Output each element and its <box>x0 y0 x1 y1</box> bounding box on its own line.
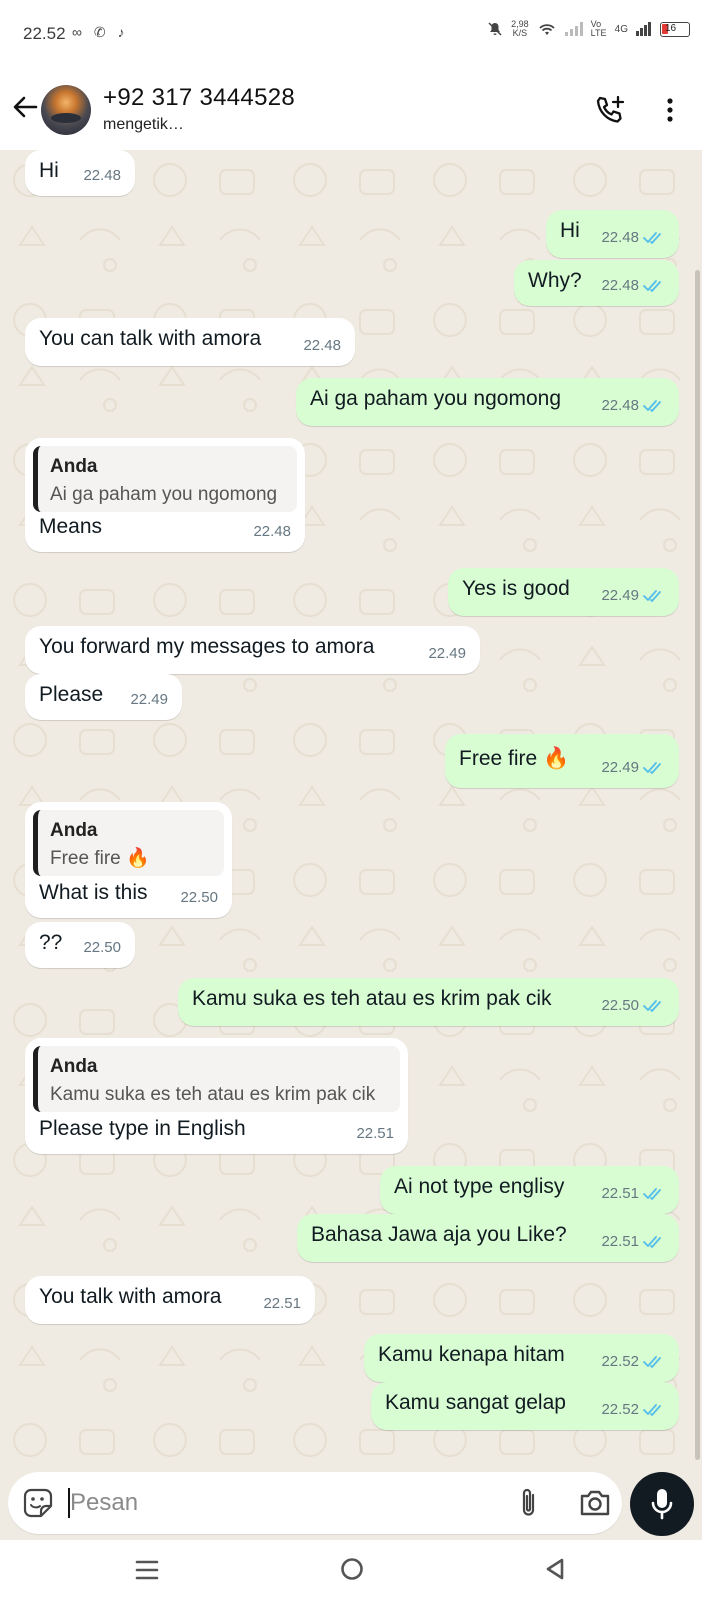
message-outgoing[interactable]: Kamu sangat gelap 22.52 <box>371 1382 679 1430</box>
message-time: 22.51 <box>601 1185 639 1202</box>
mute-icon <box>488 22 502 36</box>
message-incoming-reply[interactable]: Anda Kamu suka es teh atau es krim pak c… <box>25 1038 408 1154</box>
message-outgoing[interactable]: Yes is good 22.49 <box>448 568 679 616</box>
chat-area[interactable]: Hi 22.48 Hi 22.48 Why? 22.48 You can tal… <box>0 150 702 1470</box>
message-time: 22.51 <box>356 1125 394 1142</box>
message-time: 22.49 <box>601 759 639 776</box>
message-time: 22.51 <box>601 1233 639 1250</box>
message-time: 22.48 <box>601 397 639 414</box>
message-compose[interactable] <box>8 1472 622 1534</box>
message-outgoing[interactable]: Why? 22.48 <box>514 260 679 306</box>
message-incoming[interactable]: You talk with amora 22.51 <box>25 1276 315 1324</box>
message-input[interactable] <box>70 1486 470 1520</box>
status-bar: 22.52 ∞ ✆ ♪ 2,98 K/S Vo LTE 4G 16 <box>0 0 702 70</box>
read-ticks-icon <box>643 762 661 774</box>
back-arrow-icon[interactable] <box>10 92 40 122</box>
message-time: 22.48 <box>601 229 639 246</box>
read-ticks-icon <box>643 1404 661 1416</box>
scrollbar[interactable] <box>695 270 700 1460</box>
quoted-message[interactable]: Anda Free fire 🔥 <box>33 810 224 876</box>
contact-name[interactable]: +92 317 3444528 <box>103 84 295 112</box>
message-incoming-reply[interactable]: Anda Ai ga paham you ngomong Means 22.48 <box>25 438 305 552</box>
message-outgoing[interactable]: Ai not type englisy 22.51 <box>380 1166 679 1214</box>
message-time: 22.51 <box>263 1295 301 1312</box>
read-ticks-icon <box>643 280 661 292</box>
read-ticks-icon <box>643 1000 661 1012</box>
message-incoming-reply[interactable]: Anda Free fire 🔥 What is this 22.50 <box>25 802 232 918</box>
typing-status: mengetik… <box>103 116 184 133</box>
read-ticks-icon <box>643 1188 661 1200</box>
message-time: 22.48 <box>253 523 291 540</box>
message-time: 22.52 <box>601 1353 639 1370</box>
message-time: 22.52 <box>601 1401 639 1418</box>
emoji-icon[interactable] <box>22 1487 54 1519</box>
signal-icon-2 <box>636 22 651 36</box>
voice-record-button[interactable] <box>630 1472 694 1536</box>
back-icon[interactable] <box>542 1556 568 1582</box>
system-navbar <box>0 1540 702 1600</box>
message-time: 22.49 <box>428 645 466 662</box>
read-ticks-icon <box>643 590 661 602</box>
message-time: 22.50 <box>83 939 121 956</box>
message-time: 22.49 <box>601 587 639 604</box>
message-time: 22.50 <box>180 889 218 906</box>
status-time: 22.52 <box>23 24 66 43</box>
message-incoming[interactable]: Hi 22.48 <box>25 150 135 196</box>
message-outgoing[interactable]: Hi 22.48 <box>546 210 679 258</box>
camera-icon[interactable] <box>578 1488 612 1518</box>
avatar[interactable] <box>41 85 91 135</box>
battery-icon: 16 <box>660 21 690 37</box>
notification-icons: ∞ ✆ ♪ <box>72 24 129 40</box>
chat-header: +92 317 3444528 mengetik… <box>0 70 702 150</box>
message-outgoing[interactable]: Kamu suka es teh atau es krim pak cik 22… <box>178 978 679 1026</box>
more-vert-icon[interactable] <box>660 96 680 124</box>
signal-icon-1 <box>564 22 583 36</box>
message-incoming[interactable]: Please 22.49 <box>25 674 182 720</box>
message-time: 22.48 <box>83 167 121 184</box>
network-speed: 2,98 K/S <box>511 19 529 38</box>
message-outgoing[interactable]: Ai ga paham you ngomong 22.48 <box>296 378 679 426</box>
read-ticks-icon <box>643 1356 661 1368</box>
read-ticks-icon <box>643 400 661 412</box>
message-incoming[interactable]: You can talk with amora 22.48 <box>25 318 355 366</box>
quoted-message[interactable]: Anda Kamu suka es teh atau es krim pak c… <box>33 1046 400 1112</box>
volte-label: Vo LTE <box>590 19 607 38</box>
message-time: 22.48 <box>303 337 341 354</box>
message-outgoing[interactable]: Free fire 🔥 22.49 <box>445 734 679 788</box>
read-ticks-icon <box>643 1236 661 1248</box>
attach-icon[interactable] <box>516 1486 542 1520</box>
message-time: 22.50 <box>601 997 639 1014</box>
message-outgoing[interactable]: Bahasa Jawa aja you Like? 22.51 <box>297 1214 679 1262</box>
wifi-icon <box>539 24 555 35</box>
read-ticks-icon <box>643 232 661 244</box>
message-outgoing[interactable]: Kamu kenapa hitam 22.52 <box>364 1334 679 1382</box>
mic-icon <box>651 1489 673 1520</box>
status-right: 2,98 K/S Vo LTE 4G 16 <box>487 20 690 38</box>
message-incoming[interactable]: You forward my messages to amora 22.49 <box>25 626 480 674</box>
message-incoming[interactable]: ?? 22.50 <box>25 922 135 968</box>
add-call-icon[interactable] <box>594 94 626 126</box>
network-type: 4G <box>614 23 628 35</box>
message-time: 22.48 <box>601 277 639 294</box>
home-icon[interactable] <box>339 1556 365 1582</box>
input-bar <box>0 1470 702 1540</box>
message-time: 22.49 <box>130 691 168 708</box>
quoted-message[interactable]: Anda Ai ga paham you ngomong <box>33 446 297 512</box>
recent-apps-icon[interactable] <box>134 1558 160 1582</box>
